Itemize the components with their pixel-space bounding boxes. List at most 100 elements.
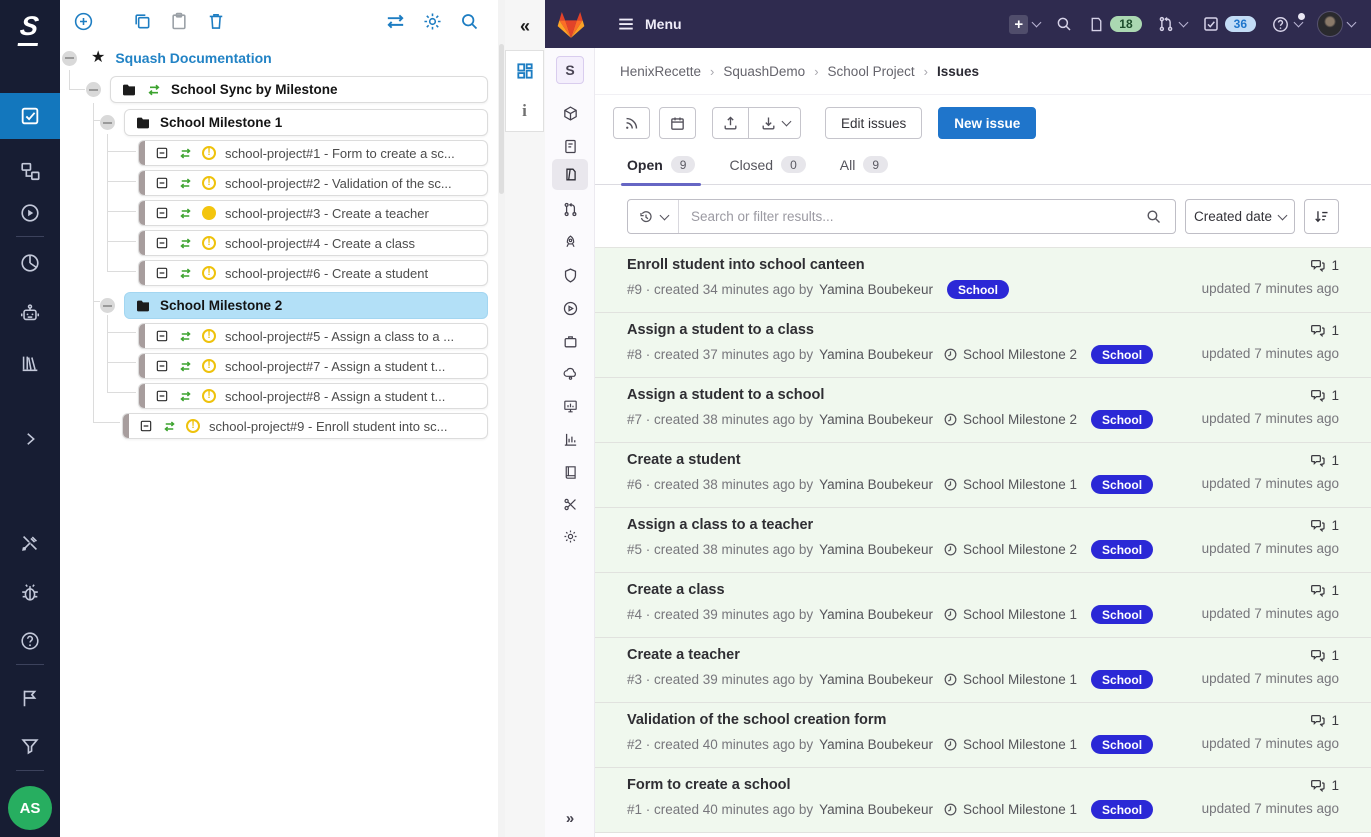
tree-item-row[interactable]: school-project#1 - Form to create a sc..…	[138, 140, 488, 166]
drag-handle[interactable]	[139, 171, 145, 195]
sidebar-test-cases-icon[interactable]	[0, 93, 60, 139]
issue-row[interactable]: Assign a class to a teacher #5 · created…	[595, 508, 1371, 573]
collapse-square-icon[interactable]	[155, 146, 169, 160]
issue-author[interactable]: Yamina Boubekeur	[819, 477, 933, 492]
issue-title[interactable]: Validation of the school creation form	[627, 712, 1153, 728]
issue-row[interactable]: Form to create a school #1 · created 40 …	[595, 768, 1371, 833]
breadcrumb-project-group[interactable]: SquashDemo	[723, 64, 805, 79]
issue-label-school[interactable]: School	[1091, 410, 1154, 429]
delete-icon[interactable]	[203, 8, 229, 34]
tab-all[interactable]: All 9	[840, 156, 888, 184]
calendar-button[interactable]	[659, 107, 696, 139]
sidebar-bug-icon[interactable]	[0, 572, 60, 614]
collapse-panel-icon[interactable]: «	[505, 12, 545, 40]
tree-item-label[interactable]: school-project#8 - Assign a student t...	[225, 389, 445, 404]
sidebar-deployments-icon[interactable]	[552, 293, 588, 324]
collapse-square-icon[interactable]	[155, 236, 169, 250]
issue-row[interactable]: Create a teacher #3 · created 39 minutes…	[595, 638, 1371, 703]
issue-title[interactable]: Form to create a school	[627, 777, 1153, 793]
tree-root-row[interactable]: ★ Squash Documentation	[62, 46, 496, 70]
drag-handle[interactable]	[139, 354, 145, 378]
tree-item-row[interactable]: school-project#8 - Assign a student t...	[138, 383, 488, 409]
collapse-square-icon[interactable]	[155, 359, 169, 373]
tree-item-row[interactable]: school-project#4 - Create a class	[138, 230, 488, 256]
issue-author[interactable]: Yamina Boubekeur	[819, 737, 933, 752]
issue-title[interactable]: Assign a student to a school	[627, 387, 1153, 403]
squash-logo[interactable]: S	[0, 6, 60, 50]
tree-item-label[interactable]: school-project#2 - Validation of the sc.…	[225, 176, 452, 191]
issue-label-school[interactable]: School	[1091, 735, 1154, 754]
issue-author[interactable]: Yamina Boubekeur	[819, 802, 933, 817]
issue-title[interactable]: Assign a class to a teacher	[627, 517, 1153, 533]
sidebar-filter-icon[interactable]	[0, 725, 60, 767]
issue-title[interactable]: Create a teacher	[627, 647, 1153, 663]
tree-item-row[interactable]: school-project#5 - Assign a class to a .…	[138, 323, 488, 349]
issue-title[interactable]: Create a class	[627, 582, 1153, 598]
user-avatar[interactable]: AS	[8, 786, 52, 830]
drag-handle[interactable]	[139, 384, 145, 408]
sidebar-packages-icon[interactable]	[552, 326, 588, 357]
collapse-square-icon[interactable]	[155, 389, 169, 403]
collapse-square-icon[interactable]	[155, 206, 169, 220]
issue-comments[interactable]: 1	[1202, 452, 1339, 468]
tree-item-label[interactable]: school-project#5 - Assign a class to a .…	[225, 329, 454, 344]
sidebar-cicd-icon[interactable]	[552, 227, 588, 258]
todos-counter[interactable]: 36	[1202, 15, 1256, 33]
user-avatar[interactable]	[1317, 11, 1343, 37]
issue-label-school[interactable]: School	[1091, 605, 1154, 624]
issue-comments[interactable]: 1	[1202, 322, 1339, 338]
sidebar-project-information-icon[interactable]	[552, 98, 588, 129]
breadcrumb-group[interactable]: HenixRecette	[620, 64, 701, 79]
sidebar-infrastructure-icon[interactable]	[552, 358, 588, 389]
sidebar-snippets-icon[interactable]	[552, 489, 588, 520]
collapse-toggle-icon[interactable]	[86, 82, 101, 97]
sidebar-library-icon[interactable]	[0, 342, 60, 384]
issue-label-school[interactable]: School	[1091, 670, 1154, 689]
sort-field-dropdown[interactable]: Created date	[1185, 199, 1295, 234]
new-dropdown[interactable]: +	[1009, 14, 1042, 34]
search-icon[interactable]	[1132, 208, 1175, 225]
issue-author[interactable]: Yamina Boubekeur	[819, 347, 933, 362]
issue-comments[interactable]: 1	[1202, 517, 1339, 533]
issue-label-school[interactable]: School	[1091, 345, 1154, 364]
sidebar-automation-robot-icon[interactable]	[0, 292, 60, 334]
issue-row[interactable]: Create a class #4 · created 39 minutes a…	[595, 573, 1371, 638]
paste-icon[interactable]	[166, 8, 192, 34]
sidebar-security-icon[interactable]	[552, 260, 588, 291]
issue-milestone[interactable]: School Milestone 1	[943, 477, 1077, 492]
sidebar-analytics-icon[interactable]	[552, 424, 588, 455]
issue-label-school[interactable]: School	[1091, 800, 1154, 819]
issues-counter[interactable]: 18	[1088, 16, 1142, 33]
new-issue-button[interactable]: New issue	[938, 107, 1037, 139]
export-button[interactable]	[712, 107, 749, 139]
add-icon[interactable]	[70, 8, 96, 34]
collapse-square-icon[interactable]	[155, 329, 169, 343]
tree-item-label[interactable]: school-project#6 - Create a student	[225, 266, 428, 281]
tree-milestone1-row[interactable]: School Milestone 1	[100, 109, 488, 136]
search-input[interactable]	[679, 209, 1132, 224]
import-button[interactable]	[749, 107, 801, 139]
tree-item-label[interactable]: school-project#9 - Enroll student into s…	[209, 419, 447, 434]
sidebar-wiki-icon[interactable]	[552, 457, 588, 488]
drag-handle[interactable]	[139, 261, 145, 285]
tree-item-label[interactable]: school-project#4 - Create a class	[225, 236, 415, 251]
collapse-toggle-icon[interactable]	[100, 298, 115, 313]
sidebar-monitor-icon[interactable]	[552, 391, 588, 422]
issue-title[interactable]: Assign a student to a class	[627, 322, 1153, 338]
sidebar-settings-icon[interactable]	[552, 521, 588, 552]
menu-hamburger-icon[interactable]	[617, 15, 635, 33]
issue-milestone[interactable]: School Milestone 1	[943, 737, 1077, 752]
dashboard-grid-icon[interactable]	[506, 51, 543, 91]
tree-item-row[interactable]: school-project#9 - Enroll student into s…	[122, 413, 488, 439]
issue-label-school[interactable]: School	[1091, 540, 1154, 559]
issue-author[interactable]: Yamina Boubekeur	[819, 542, 933, 557]
issue-comments[interactable]: 1	[1202, 582, 1339, 598]
sidebar-expand-icon[interactable]	[0, 418, 60, 460]
issue-row[interactable]: Validation of the school creation form #…	[595, 703, 1371, 768]
issue-row[interactable]: Enroll student into school canteen #9 · …	[595, 248, 1371, 313]
gear-icon[interactable]	[419, 8, 445, 34]
tab-closed[interactable]: Closed 0	[729, 156, 806, 184]
collapse-square-icon[interactable]	[155, 266, 169, 280]
search-filter-box[interactable]	[627, 199, 1176, 234]
project-avatar[interactable]: S	[556, 56, 584, 84]
